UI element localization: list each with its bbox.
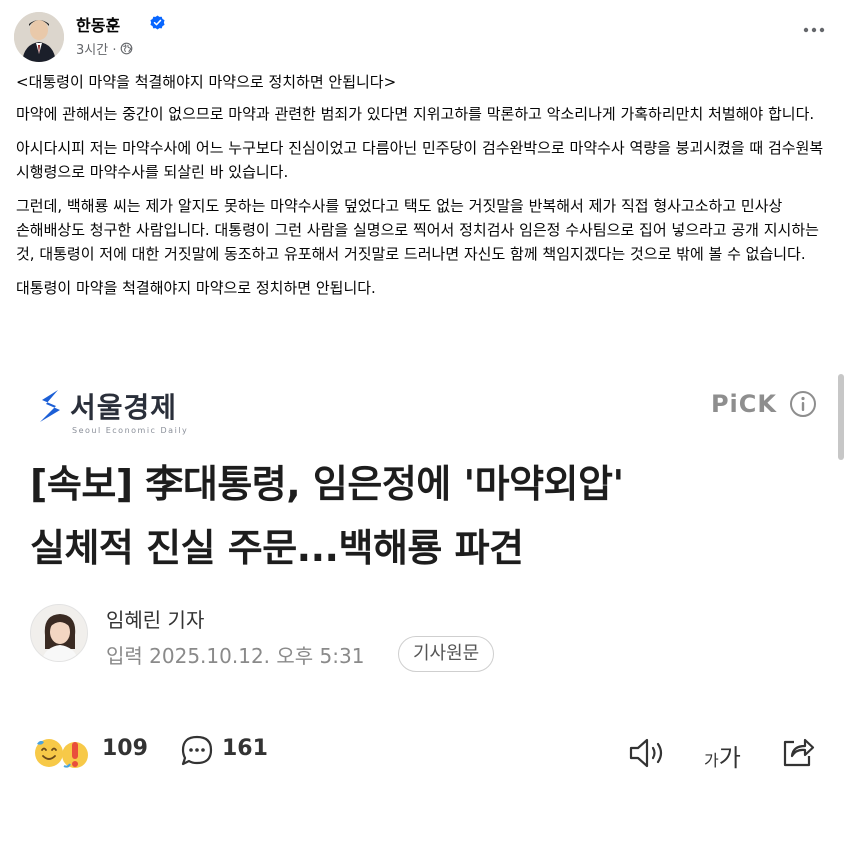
post-paragraph: 마약에 관해서는 중간이 없으므로 마약과 관련한 범죄가 있다면 지위고하를 … [16, 105, 815, 123]
reporter-avatar [30, 604, 88, 662]
verified-badge-icon [150, 15, 165, 30]
reporter-name: 임혜린 기자 [106, 608, 205, 632]
pick-label: PiCK [710, 390, 777, 418]
post-paragraph: 아시다시피 저는 마약수사에 어느 누구보다 진심이었고 다름아닌 민주당이 검… [16, 139, 824, 181]
post-text: <대통령이 마약을 척결해야지 마약으로 정치하면 안됩니다> 마약에 관해서는… [16, 70, 836, 310]
post-paragraph: <대통령이 마약을 척결해야지 마약으로 정치하면 안됩니다> [16, 73, 397, 91]
attached-article-image[interactable]: 서울경제 Seoul Economic Daily PiCK [속보] 李대통령… [0, 372, 847, 849]
surprised-emoji-icon [62, 742, 88, 768]
comment-icon[interactable] [180, 734, 214, 768]
font-size-large-label: 가 [718, 744, 741, 772]
info-icon[interactable] [789, 390, 817, 418]
article-reaction-bar: 109 161 가가 [30, 732, 820, 776]
globe-icon [121, 42, 133, 55]
post-meta: 3시간 · [76, 39, 133, 58]
published-date: 입력 2025.10.12. 오후 5:31 [106, 644, 365, 668]
outlet-name: 서울경제 [70, 391, 178, 424]
author-avatar[interactable] [14, 12, 64, 62]
share-icon[interactable] [780, 734, 816, 770]
reaction-emojis[interactable] [30, 736, 96, 770]
outlet-logo-mark [40, 390, 60, 422]
post-paragraph: 그런데, 백해룡 씨는 제가 알지도 못하는 마약수사를 덮었다고 택도 없는 … [16, 197, 819, 263]
reaction-count: 109 [102, 736, 148, 761]
font-size-button[interactable]: 가가 [704, 738, 741, 773]
original-article-button[interactable]: 기사원문 [398, 636, 495, 672]
article-headline: [속보] 李대통령, 임은정에 '마약외압' 실체적 진실 주문...백해룡 파… [30, 462, 624, 570]
post-paragraph: 대통령이 마약을 척결해야지 마약으로 정치하면 안됩니다. [16, 279, 376, 297]
speaker-icon[interactable] [628, 736, 666, 770]
more-options-icon[interactable] [800, 20, 828, 40]
post-time[interactable]: 3시간 · [76, 39, 116, 58]
font-size-small-label: 가 [704, 751, 719, 770]
outlet-subtitle: Seoul Economic Daily [72, 426, 189, 435]
scrollbar [838, 374, 844, 460]
post-header: 한동훈 3시간 · [14, 10, 834, 64]
author-name[interactable]: 한동훈 [76, 12, 120, 36]
comment-count: 161 [222, 736, 268, 761]
